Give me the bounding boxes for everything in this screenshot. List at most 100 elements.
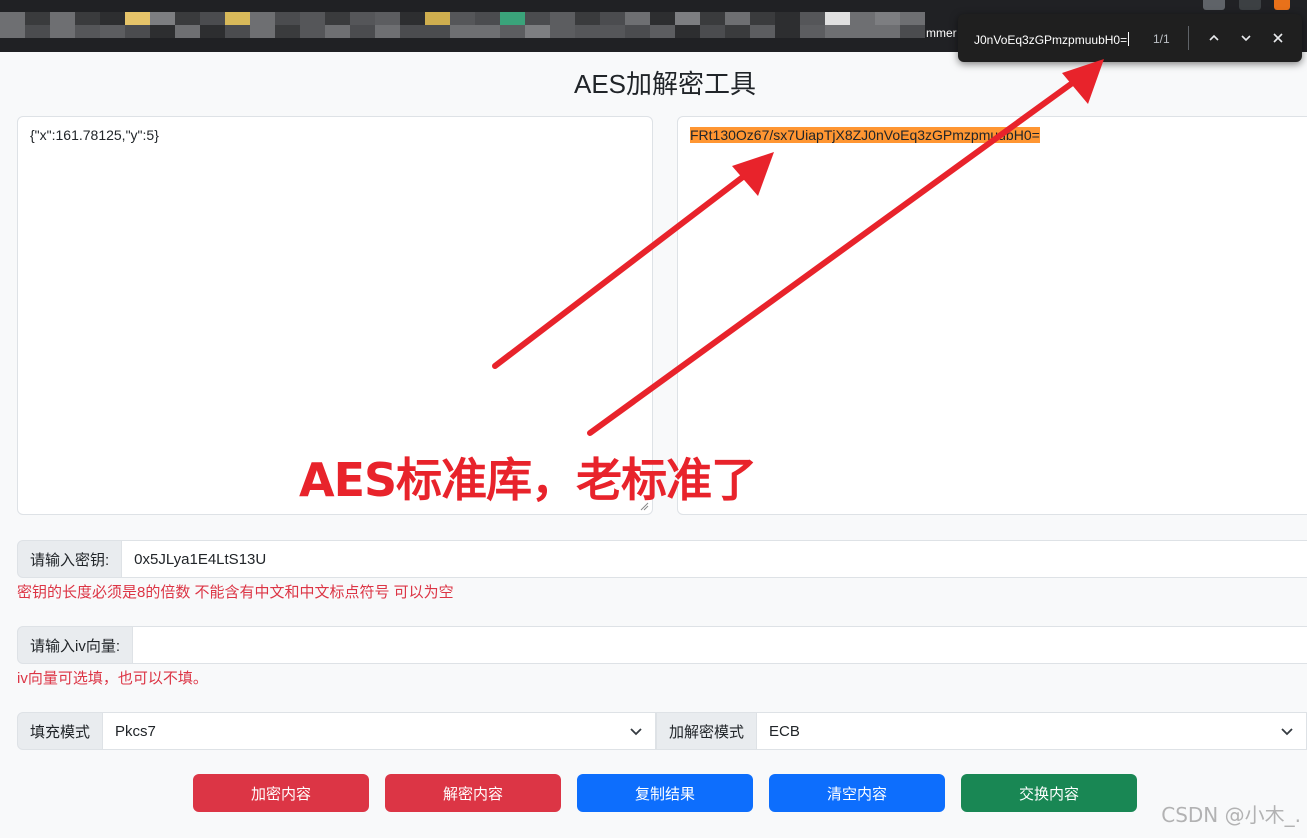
tab-title-fragment[interactable]: mmer	[926, 26, 957, 40]
blur-pixel	[900, 25, 925, 38]
blur-pixel	[600, 12, 625, 25]
blur-pixel	[75, 25, 100, 38]
blur-pixel	[750, 12, 775, 25]
blur-pixel	[125, 12, 150, 25]
blur-pixel	[675, 12, 700, 25]
padding-selected-value: Pkcs7	[115, 722, 156, 740]
close-icon	[1273, 33, 1283, 43]
blur-pixel	[300, 12, 325, 25]
blur-pixel	[775, 12, 800, 25]
blur-pixel	[100, 12, 125, 25]
find-query-input[interactable]: J0nVoEq3zGPmzpmuubH0=	[974, 32, 1130, 47]
key-label: 请输入密钥:	[17, 540, 123, 578]
chevron-down-icon	[630, 728, 642, 736]
blur-pixel	[125, 25, 150, 38]
key-input[interactable]: 0x5JLya1E4LtS13U	[122, 540, 1307, 578]
blur-pixel	[275, 25, 300, 38]
blur-pixel	[375, 12, 400, 25]
blur-pixel	[800, 12, 825, 25]
iv-hint: iv向量可选填，也可以不填。	[17, 670, 208, 687]
blur-pixel	[550, 25, 575, 38]
brave-shield-icon[interactable]	[1274, 0, 1290, 10]
blur-pixel	[200, 12, 225, 25]
blur-pixel	[400, 12, 425, 25]
blur-pixel	[225, 25, 250, 38]
find-match-count: 1/1	[1153, 32, 1170, 46]
find-close-button[interactable]	[1268, 28, 1288, 48]
extension-icon[interactable]	[1203, 0, 1225, 10]
blur-pixel	[900, 12, 925, 25]
blur-pixel	[875, 12, 900, 25]
chevron-up-icon	[1209, 34, 1219, 41]
annotation-text: AES标准库，老标准了	[299, 453, 757, 507]
blur-pixel	[700, 12, 725, 25]
blur-pixel	[75, 12, 100, 25]
blur-pixel	[275, 12, 300, 25]
mode-selected-value: ECB	[769, 722, 800, 740]
key-hint: 密钥的长度必须是8的倍数 不能含有中文和中文标点符号 可以为空	[17, 584, 454, 601]
clear-content-button[interactable]: 清空内容	[769, 774, 945, 812]
blur-pixel	[300, 25, 325, 38]
blur-pixel	[525, 12, 550, 25]
blur-pixel	[425, 25, 450, 38]
blur-pixel	[750, 25, 775, 38]
blur-pixel	[675, 25, 700, 38]
find-divider	[1188, 26, 1189, 50]
blur-pixel	[250, 25, 275, 38]
blur-pixel	[400, 25, 425, 38]
blur-pixel	[150, 12, 175, 25]
blur-pixel	[250, 12, 275, 25]
blur-pixel	[500, 12, 525, 25]
blur-pixel	[850, 25, 875, 38]
blur-pixel	[175, 25, 200, 38]
blur-pixel	[725, 12, 750, 25]
encrypt-button[interactable]: 加密内容	[193, 774, 369, 812]
iv-input[interactable]	[133, 626, 1307, 664]
blur-pixel	[175, 12, 200, 25]
swap-content-button[interactable]: 交换内容	[961, 774, 1137, 812]
padding-select[interactable]: Pkcs7	[103, 712, 656, 750]
blur-pixel	[825, 25, 850, 38]
blur-pixel	[575, 25, 600, 38]
blur-pixel	[325, 12, 350, 25]
blur-pixel	[200, 25, 225, 38]
blur-pixel	[500, 25, 525, 38]
blur-pixel	[650, 12, 675, 25]
find-in-page-bar: J0nVoEq3zGPmzpmuubH0= 1/1	[958, 14, 1302, 62]
blur-pixel	[475, 12, 500, 25]
blur-pixel	[725, 25, 750, 38]
chevron-down-icon	[1281, 728, 1293, 736]
input-text: {"x":161.78125,"y":5}	[30, 127, 159, 143]
key-input-group: 请输入密钥: 0x5JLya1E4LtS13U	[17, 540, 1307, 578]
blur-pixel	[0, 12, 25, 25]
blur-pixel	[700, 25, 725, 38]
decrypt-button[interactable]: 解密内容	[385, 774, 561, 812]
mode-select[interactable]: ECB	[757, 712, 1307, 750]
page-title: AES加解密工具	[573, 69, 757, 99]
blur-pixel	[800, 25, 825, 38]
blur-pixel	[150, 25, 175, 38]
find-next-button[interactable]	[1236, 28, 1256, 48]
mode-label: 加解密模式	[656, 712, 758, 750]
padding-select-group: 填充模式 Pkcs7	[17, 712, 656, 750]
output-text-find-match: FRt130Oz67/sx7UiapTjX8ZJ0nVoEq3zGPmzpmuu…	[690, 127, 1040, 143]
blur-pixel	[650, 25, 675, 38]
blur-pixel	[875, 25, 900, 38]
blur-pixel	[600, 25, 625, 38]
blur-pixel	[25, 12, 50, 25]
iv-label: 请输入iv向量:	[17, 626, 134, 664]
blur-pixel	[425, 12, 450, 25]
find-previous-button[interactable]	[1204, 28, 1224, 48]
iv-input-group: 请输入iv向量:	[17, 626, 1307, 664]
blur-pixel	[225, 12, 250, 25]
copy-result-button[interactable]: 复制结果	[577, 774, 753, 812]
window-icon[interactable]	[1239, 0, 1261, 10]
blur-pixel	[825, 12, 850, 25]
watermark: CSDN @小木_.	[1161, 803, 1301, 827]
blur-pixel	[850, 12, 875, 25]
blur-pixel	[25, 25, 50, 38]
padding-label: 填充模式	[17, 712, 104, 750]
output-textarea[interactable]: FRt130Oz67/sx7UiapTjX8ZJ0nVoEq3zGPmzpmuu…	[677, 116, 1307, 515]
mode-select-group: 加解密模式 ECB	[656, 712, 1307, 750]
blur-pixel	[550, 12, 575, 25]
